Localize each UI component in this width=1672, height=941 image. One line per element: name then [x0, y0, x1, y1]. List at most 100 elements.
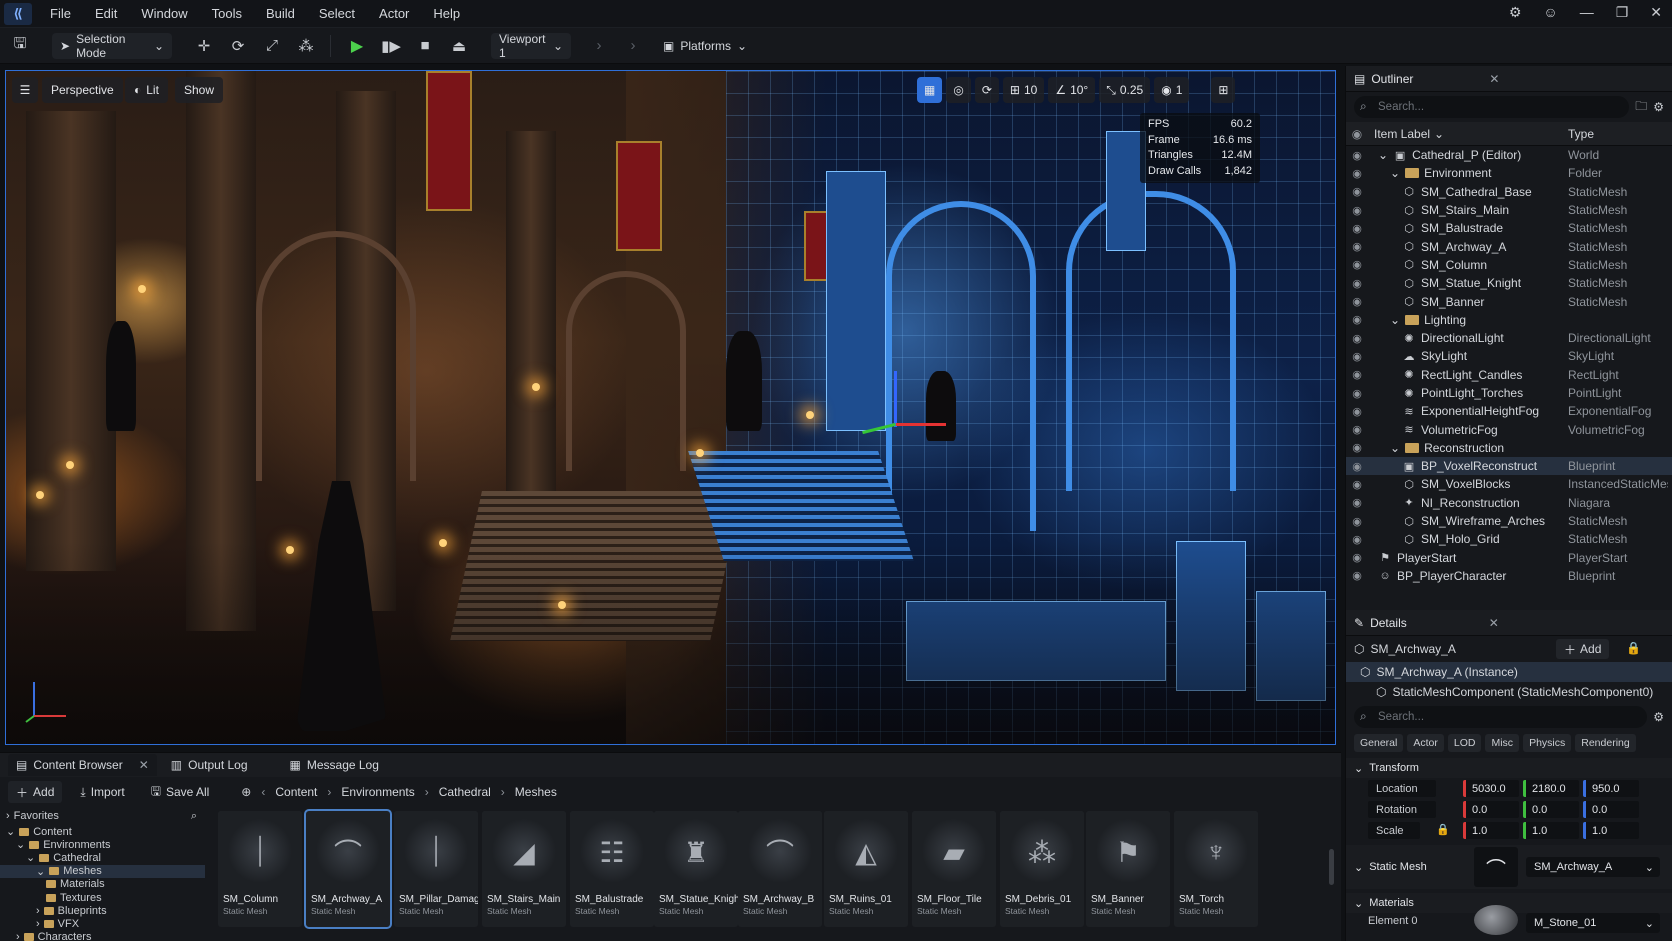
minimize-icon[interactable]: —: [1580, 4, 1594, 21]
folder-characters[interactable]: › Characters: [0, 931, 205, 941]
folder-content[interactable]: ⌄ Content: [0, 825, 205, 839]
transform-section-header[interactable]: ⌄ Transform: [1346, 758, 1672, 778]
outliner-row[interactable]: ◉ ✺ PointLight_Torches PointLight: [1346, 384, 1672, 402]
lock-icon[interactable]: 🔒: [1436, 823, 1450, 836]
scale-z[interactable]: 1.0: [1583, 822, 1639, 839]
realtime-icon[interactable]: ⟳: [974, 77, 999, 103]
visibility-eye-icon[interactable]: ◉: [1346, 332, 1368, 345]
visibility-eye-icon[interactable]: ◉: [1346, 496, 1368, 509]
viewport-menu-icon[interactable]: ☰: [12, 77, 38, 103]
asset-tile[interactable]: ◭ SM_Ruins_01 Static Mesh: [824, 811, 908, 927]
visibility-eye-icon[interactable]: ◉: [1346, 204, 1368, 217]
folder-meshes[interactable]: ⌄ Meshes: [0, 864, 205, 878]
folder-materials[interactable]: Materials: [0, 878, 205, 891]
visibility-eye-icon[interactable]: ◉: [1346, 185, 1368, 198]
menu-actor[interactable]: Actor: [379, 6, 409, 21]
rotation-z[interactable]: 0.0: [1583, 801, 1639, 818]
menu-file[interactable]: File: [50, 6, 71, 21]
add-folder-icon[interactable]: 🗀: [1635, 97, 1647, 118]
location-y[interactable]: 2180.0: [1523, 780, 1579, 797]
asset-tile[interactable]: ◢ SM_Stairs_Main Static Mesh: [482, 811, 566, 927]
menu-select[interactable]: Select: [319, 6, 355, 21]
folder-textures[interactable]: Textures: [0, 891, 205, 904]
outliner-row[interactable]: ◉ ⌄ Reconstruction: [1346, 439, 1672, 457]
viewport-dropdown[interactable]: Viewport 1 ⌄: [491, 32, 571, 60]
menu-help[interactable]: Help: [433, 6, 460, 21]
outliner-row[interactable]: ◉ ⌄ ▣ Cathedral_P (Editor) World: [1346, 146, 1672, 164]
outliner-tab[interactable]: ▤ Outliner ✕: [1346, 66, 1672, 92]
save-all-button[interactable]: 🖫 Save All: [143, 781, 218, 803]
visibility-eye-icon[interactable]: ◉: [1346, 277, 1368, 290]
chevron-down-icon[interactable]: ⌄: [1378, 148, 1388, 162]
output-log-tab[interactable]: ▥ Output Log: [171, 758, 248, 772]
asset-tile[interactable]: ⚑ SM_Banner Static Mesh: [1086, 811, 1170, 927]
rotation-snap-button[interactable]: ∠ 10°: [1048, 77, 1096, 103]
save-icon[interactable]: 🖫: [6, 33, 34, 59]
crumb-environments[interactable]: Environments: [341, 785, 414, 799]
history-icon[interactable]: ⊕: [241, 785, 251, 799]
crumb-cathedral[interactable]: Cathedral: [439, 785, 491, 799]
chevron-down-icon[interactable]: ⌄: [1390, 313, 1400, 327]
visibility-eye-icon[interactable]: ◉: [1346, 441, 1368, 454]
component-instance-row[interactable]: ⬡ SM_Archway_A (Instance): [1346, 662, 1672, 682]
static-mesh-dropdown[interactable]: SM_Archway_A ⌄: [1526, 857, 1660, 877]
outliner-row[interactable]: ◉ ≋ ExponentialHeightFog ExponentialFog: [1346, 402, 1672, 420]
level-viewport[interactable]: ☰ Perspective ◐ Lit Show ▦ ◎ ⟳ ⊞ 10 ∠ 10…: [5, 70, 1336, 745]
folder-environments[interactable]: ⌄ Environments: [0, 838, 205, 852]
grid-snap-button[interactable]: ⊞ 10: [1002, 77, 1045, 103]
maximize-icon[interactable]: ❐: [1616, 4, 1629, 21]
gizmo-z-axis[interactable]: [894, 371, 897, 427]
scale-y[interactable]: 1.0: [1523, 822, 1579, 839]
close-icon[interactable]: ✕: [1650, 4, 1662, 21]
menu-tools[interactable]: Tools: [212, 6, 242, 21]
asset-tile[interactable]: ⏐SM_Pillar_DamagedStatic Mesh: [394, 811, 478, 927]
eject-icon[interactable]: ⏏: [445, 33, 473, 59]
rotate-icon[interactable]: ⟳: [224, 33, 252, 59]
visibility-eye-icon[interactable]: ◉: [1346, 258, 1368, 271]
rotation-y[interactable]: 0.0: [1523, 801, 1579, 818]
stop-icon[interactable]: ■: [411, 33, 439, 59]
outliner-search-input[interactable]: ⌕ Search...: [1354, 96, 1630, 118]
outliner-row[interactable]: ◉ ⬡ SM_Banner StaticMesh: [1346, 292, 1672, 310]
surface-snap-icon[interactable]: ◎: [946, 77, 971, 103]
visibility-eye-icon[interactable]: ◉: [1346, 149, 1368, 162]
settings-gear-icon[interactable]: ⚙: [1653, 710, 1664, 724]
outliner-row[interactable]: ◉ ☁ SkyLight SkyLight: [1346, 347, 1672, 365]
outliner-row[interactable]: ◉ ⬡ SM_Statue_Knight StaticMesh: [1346, 274, 1672, 292]
asset-tile[interactable]: ⌒ SM_Archway_A Static Mesh: [304, 809, 392, 929]
visibility-eye-icon[interactable]: ◉: [1346, 222, 1368, 235]
platforms-dropdown[interactable]: ▣ Platforms ⌄: [655, 33, 755, 59]
camera-speed-button[interactable]: ◉ 1: [1154, 77, 1190, 103]
location-z[interactable]: 950.0: [1583, 780, 1639, 797]
outliner-row[interactable]: ◉ ⬡ SM_Stairs_Main StaticMesh: [1346, 201, 1672, 219]
filter-actor[interactable]: Actor: [1407, 734, 1444, 752]
outliner-row[interactable]: ◉ ⌄ Lighting: [1346, 311, 1672, 329]
chevron-down-icon[interactable]: ⌄: [1390, 166, 1400, 180]
visibility-eye-icon[interactable]: ◉: [1346, 350, 1368, 363]
outliner-row[interactable]: ◉ ☺ BP_PlayerCharacter Blueprint: [1346, 567, 1672, 585]
asset-tile[interactable]: ⌒ SM_Archway_B Static Mesh: [738, 811, 822, 927]
translate-icon[interactable]: ✛: [190, 33, 218, 59]
asset-tile[interactable]: ☷ SM_Balustrade Static Mesh: [570, 811, 654, 927]
outliner-row[interactable]: ◉ ⬡ SM_Column StaticMesh: [1346, 256, 1672, 274]
filter-physics[interactable]: Physics: [1523, 734, 1572, 752]
location-dropdown[interactable]: Location: [1368, 780, 1436, 797]
crumb-content[interactable]: Content: [275, 785, 317, 799]
settings-gear-icon[interactable]: ⚙: [1509, 4, 1522, 21]
visibility-eye-icon[interactable]: ◉: [1346, 515, 1368, 528]
selection-mode-dropdown[interactable]: ➤ Selection Mode ⌄: [52, 32, 172, 60]
outliner-row[interactable]: ◉ ✺ RectLight_Candles RectLight: [1346, 366, 1672, 384]
visibility-eye-icon[interactable]: ◉: [1346, 423, 1368, 436]
component-row[interactable]: ⬡ StaticMeshComponent (StaticMeshCompone…: [1346, 682, 1672, 702]
message-log-tab[interactable]: ▦ Message Log: [290, 758, 379, 772]
add-button[interactable]: ＋ Add: [8, 781, 63, 803]
asset-tile[interactable]: ♜ SM_Statue_Knight Static Mesh: [654, 811, 738, 927]
folder-vfx[interactable]: › VFX: [0, 917, 205, 930]
filter-rendering[interactable]: Rendering: [1575, 734, 1636, 752]
visibility-eye-icon[interactable]: ◉: [1346, 295, 1368, 308]
add-component-button[interactable]: ＋ Add: [1556, 639, 1610, 659]
outliner-row[interactable]: ◉ ✦ NI_Reconstruction Niagara: [1346, 494, 1672, 512]
visibility-eye-icon[interactable]: ◉: [1346, 551, 1368, 564]
outliner-row[interactable]: ◉ ⬡ SM_Archway_A StaticMesh: [1346, 237, 1672, 255]
asset-tile[interactable]: ⏐ SM_Column Static Mesh: [218, 811, 302, 927]
